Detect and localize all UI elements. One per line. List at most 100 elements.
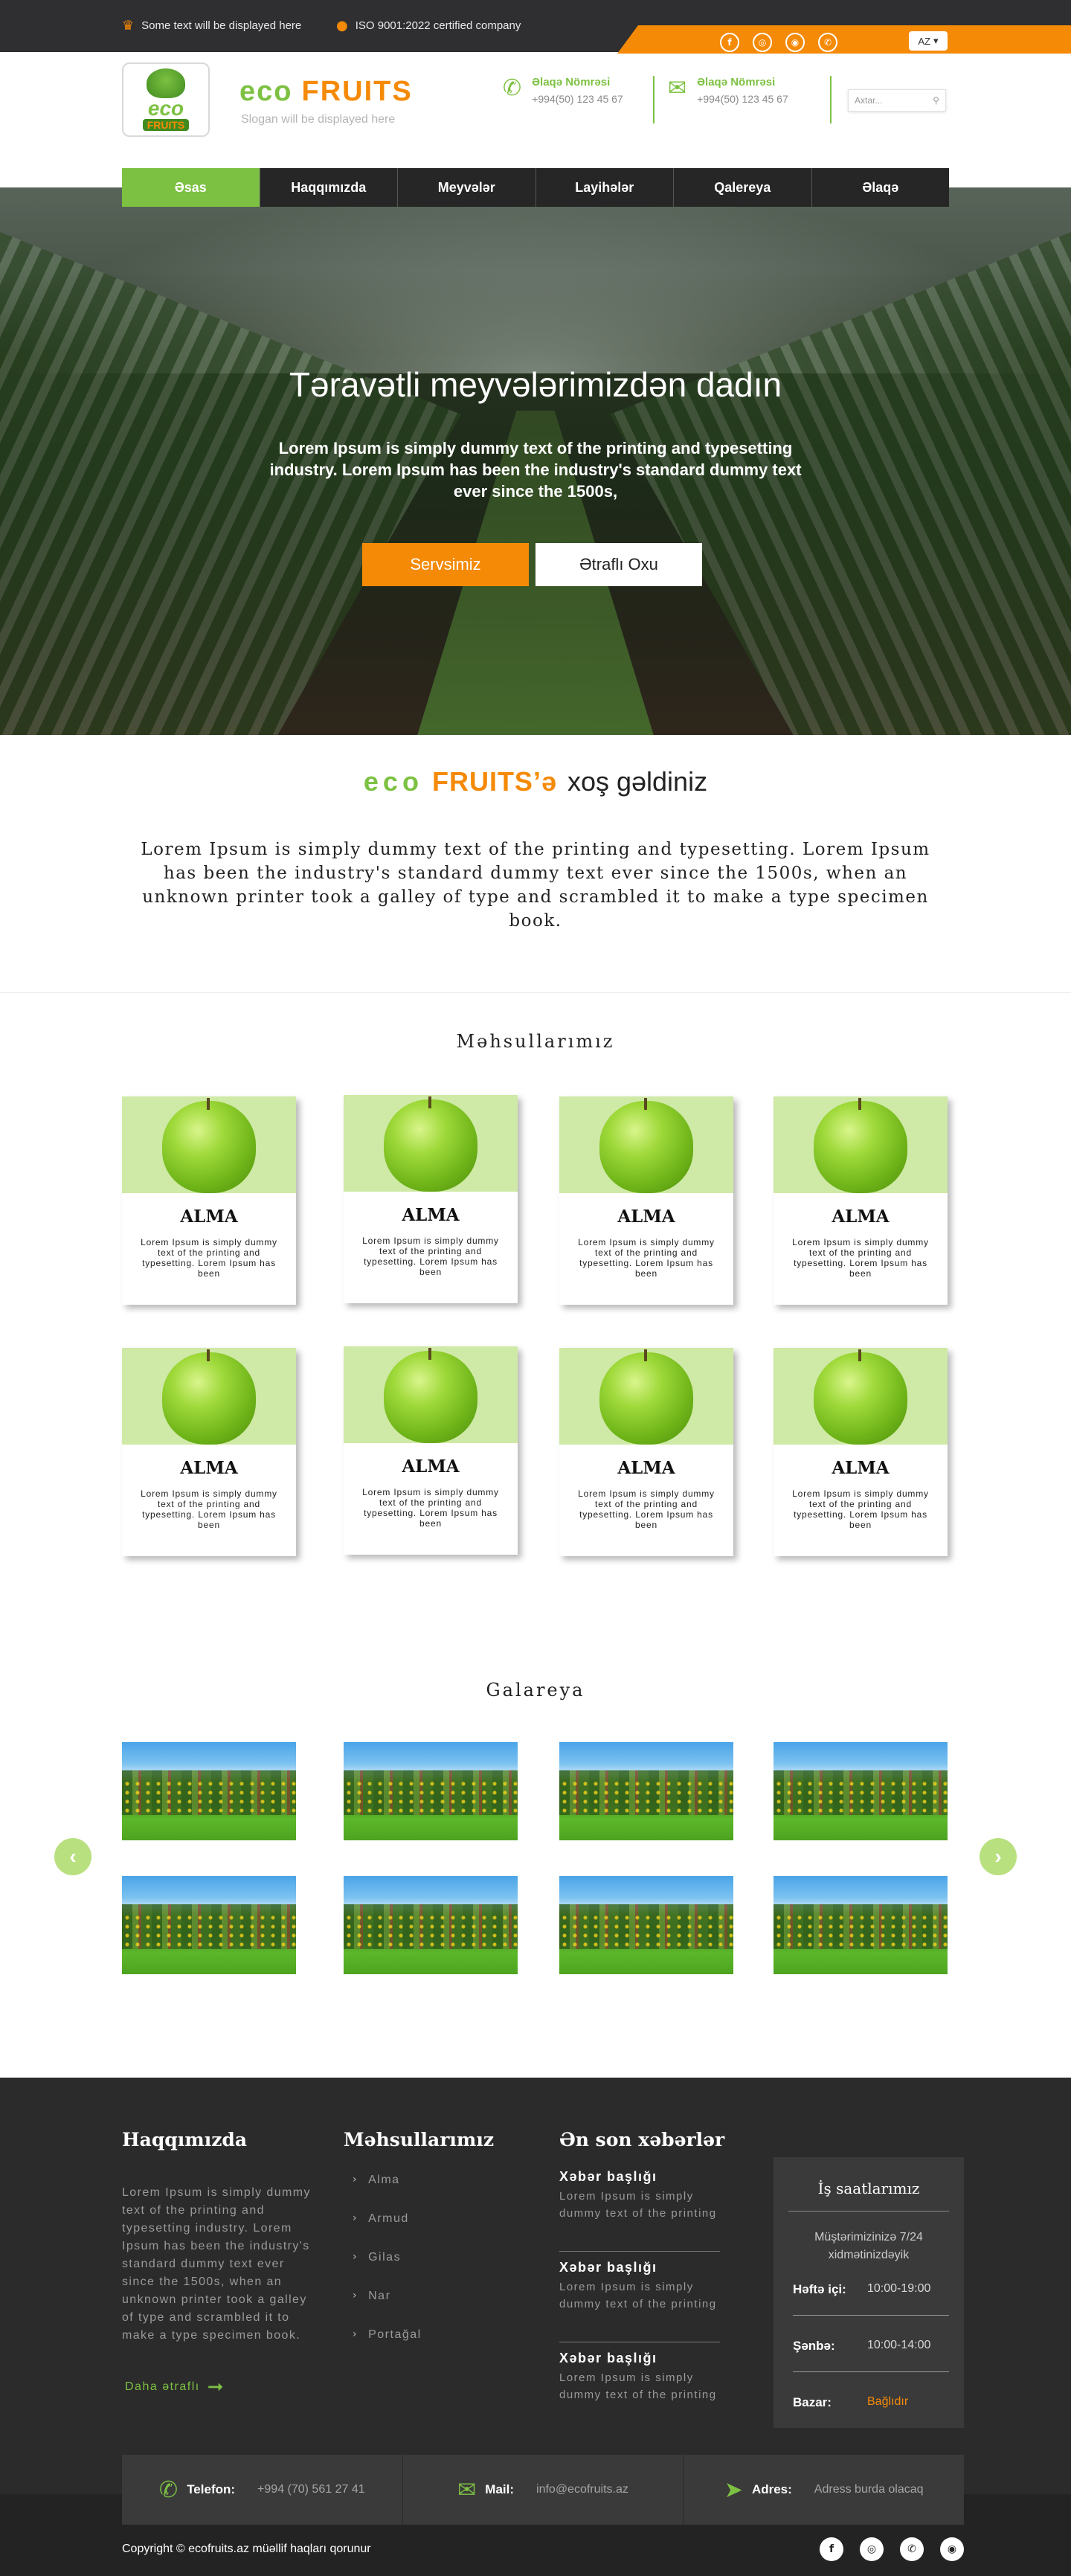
gallery-image[interactable] bbox=[774, 1876, 948, 1974]
hours-day: Bazar: bbox=[793, 2395, 832, 2409]
apple-image bbox=[344, 1346, 518, 1443]
contact-phone-value[interactable]: +994(50) 123 45 67 bbox=[532, 93, 623, 105]
product-card[interactable]: ALMA Lorem Ipsum is simply dummy text of… bbox=[774, 1096, 948, 1305]
product-name: ALMA bbox=[402, 1456, 460, 1477]
footer-product-link[interactable]: › Armud bbox=[353, 2212, 422, 2251]
whatsapp-icon[interactable]: ✆ bbox=[900, 2537, 924, 2561]
apple-image bbox=[122, 1096, 296, 1193]
navigation-arrow-icon: ➤ bbox=[724, 2476, 743, 2503]
chevron-right-icon: › bbox=[353, 2290, 358, 2302]
read-more-button[interactable]: Ətraflı Oxu bbox=[536, 543, 702, 586]
search-icon[interactable]: ⚲ bbox=[933, 95, 939, 106]
gallery-image[interactable] bbox=[122, 1876, 296, 1974]
product-card[interactable]: ALMA Lorem Ipsum is simply dummy text of… bbox=[344, 1095, 518, 1303]
product-desc: Lorem Ipsum is simply dummy text of the … bbox=[362, 1487, 499, 1529]
nav-item-home[interactable]: Əsas bbox=[122, 168, 260, 207]
footer-mail[interactable]: ✉ Mail: info@ecofruits.az bbox=[403, 2455, 684, 2525]
footer-mail-label: Mail: bbox=[485, 2482, 515, 2496]
welcome-fruits: FRUITS’ə bbox=[431, 766, 557, 797]
footer-product-list: › Alma › Armud › Gilas › Nar › Portağal bbox=[353, 2174, 422, 2367]
contact-message: ✉ Əlaqə Nömrəsi +994(50) 123 45 67 bbox=[668, 76, 788, 106]
nav-item-gallery[interactable]: Qalereya bbox=[674, 168, 812, 207]
top-info-2-text: ISO 9001:2022 certified company bbox=[355, 19, 521, 32]
instagram-icon[interactable]: ◎ bbox=[753, 33, 772, 52]
tree-icon bbox=[147, 68, 185, 98]
welcome-eco: eco bbox=[363, 766, 423, 797]
product-card[interactable]: ALMA Lorem Ipsum is simply dummy text of… bbox=[344, 1346, 518, 1555]
gallery-image[interactable] bbox=[559, 1742, 733, 1840]
search-input[interactable]: Axtar... ⚲ bbox=[848, 89, 946, 112]
welcome-text: xoş gəldiniz bbox=[567, 766, 708, 797]
footer-product-link[interactable]: › Nar bbox=[353, 2290, 422, 2328]
gallery-prev-button[interactable]: ‹ bbox=[54, 1838, 91, 1875]
news-item[interactable]: Xəbər başlığı Lorem Ipsum is simply dumm… bbox=[559, 2351, 720, 2403]
hero-banner: Təravətli meyvələrimizdən dadın Lorem Ip… bbox=[0, 187, 1071, 735]
product-card[interactable]: ALMA Lorem Ipsum is simply dummy text of… bbox=[559, 1348, 733, 1556]
chevron-right-icon: › bbox=[353, 2174, 358, 2185]
footer-product-link[interactable]: › Portağal bbox=[353, 2328, 422, 2367]
services-button[interactable]: Servsimiz bbox=[362, 543, 529, 586]
product-desc: Lorem Ipsum is simply dummy text of the … bbox=[578, 1488, 715, 1530]
footer-product-link[interactable]: › Alma bbox=[353, 2174, 422, 2212]
nav-item-contact[interactable]: Əlaqə bbox=[812, 168, 950, 207]
product-name: ALMA bbox=[832, 1458, 890, 1478]
contact-message-value[interactable]: +994(50) 123 45 67 bbox=[697, 93, 788, 105]
hero-title: Təravətli meyvələrimizdən dadın bbox=[289, 365, 782, 404]
footer-phone-value: +994 (70) 561 27 41 bbox=[257, 2483, 365, 2496]
messenger-icon[interactable]: ◉ bbox=[785, 33, 805, 52]
header: eco FRUITS eco FRUITS Slogan will be disp… bbox=[0, 54, 1071, 169]
footer-product-link[interactable]: › Gilas bbox=[353, 2251, 422, 2290]
divider bbox=[559, 2251, 720, 2252]
footer-address-value: Adress burda olacaq bbox=[814, 2483, 924, 2496]
product-desc: Lorem Ipsum is simply dummy text of the … bbox=[141, 1237, 277, 1279]
gallery-next-button[interactable]: › bbox=[980, 1838, 1017, 1875]
gallery-image[interactable] bbox=[122, 1742, 296, 1840]
chevron-left-icon: ‹ bbox=[69, 1845, 77, 1868]
gallery-image[interactable] bbox=[559, 1876, 733, 1974]
facebook-icon[interactable]: f bbox=[720, 33, 739, 52]
nav-item-projects[interactable]: Layihələr bbox=[536, 168, 674, 207]
arrow-right-icon: ➞ bbox=[207, 2376, 225, 2398]
apple-image bbox=[774, 1096, 948, 1193]
nav-item-fruits[interactable]: Meyvələr bbox=[398, 168, 536, 207]
instagram-icon[interactable]: ◎ bbox=[860, 2537, 884, 2561]
working-hours-title: İş saatlarımız bbox=[817, 2180, 920, 2197]
product-card[interactable]: ALMA Lorem Ipsum is simply dummy text of… bbox=[774, 1348, 948, 1556]
facebook-icon[interactable]: f bbox=[820, 2537, 843, 2561]
product-card[interactable]: ALMA Lorem Ipsum is simply dummy text of… bbox=[559, 1096, 733, 1305]
nav-item-about[interactable]: Haqqımızda bbox=[260, 168, 398, 207]
footer-phone[interactable]: ✆ Telefon: +994 (70) 561 27 41 bbox=[122, 2455, 403, 2525]
copyright: Copyright © ecofruits.az müəllif haqları… bbox=[122, 2543, 371, 2555]
product-name: ALMA bbox=[180, 1207, 238, 1227]
social-links-top: f ◎ ◉ ✆ bbox=[720, 33, 837, 52]
chevron-right-icon: › bbox=[994, 1845, 1002, 1868]
footer-address[interactable]: ➤ Adres: Adress burda olacaq bbox=[684, 2455, 964, 2525]
product-name: ALMA bbox=[180, 1458, 238, 1478]
more-link[interactable]: Daha ətraflı ➞ bbox=[125, 2376, 225, 2398]
whatsapp-icon[interactable]: ✆ bbox=[818, 33, 837, 52]
gallery-image[interactable] bbox=[344, 1742, 518, 1840]
hours-row: Şənbə: 10:00-14:00 bbox=[793, 2339, 949, 2354]
product-card[interactable]: ALMA Lorem Ipsum is simply dummy text of… bbox=[122, 1096, 296, 1305]
logo-eco: eco bbox=[147, 97, 184, 120]
hero-text: Lorem Ipsum is simply dummy text of the … bbox=[269, 439, 802, 501]
gallery-image[interactable] bbox=[774, 1742, 948, 1840]
news-item[interactable]: Xəbər başlığı Lorem Ipsum is simply dumm… bbox=[559, 2260, 720, 2313]
chevron-right-icon: › bbox=[353, 2251, 358, 2263]
logo[interactable]: eco FRUITS bbox=[122, 62, 210, 137]
language-select[interactable]: AZ ▾ bbox=[909, 31, 948, 51]
gallery-image[interactable] bbox=[344, 1876, 518, 1974]
product-name: ALMA bbox=[617, 1458, 675, 1478]
footer-products-title: Məhsullarımız bbox=[344, 2129, 495, 2151]
welcome-title: eco FRUITS’ə xoş gəldiniz bbox=[0, 766, 1071, 797]
hours-value: 10:00-14:00 bbox=[867, 2339, 931, 2351]
product-name: ALMA bbox=[832, 1207, 890, 1227]
product-desc: Lorem Ipsum is simply dummy text of the … bbox=[141, 1488, 277, 1530]
news-item[interactable]: Xəbər başlığı Lorem Ipsum is simply dumm… bbox=[559, 2169, 720, 2222]
product-card[interactable]: ALMA Lorem Ipsum is simply dummy text of… bbox=[122, 1348, 296, 1556]
logo-fruits: FRUITS bbox=[142, 119, 190, 131]
messenger-icon[interactable]: ◉ bbox=[940, 2537, 964, 2561]
hours-row: Həftə içi: 10:00-19:00 bbox=[793, 2282, 949, 2297]
news-text: Lorem Ipsum is simply dummy text of the … bbox=[559, 2190, 717, 2220]
hours-value: 10:00-19:00 bbox=[867, 2282, 931, 2295]
